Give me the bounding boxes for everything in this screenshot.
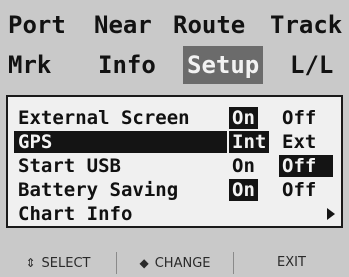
exit-softkey[interactable]: EXIT	[234, 250, 349, 276]
tab-near[interactable]: Near	[94, 6, 152, 44]
tab-ll[interactable]: L/L	[290, 46, 333, 84]
tab-route[interactable]: Route	[173, 6, 245, 44]
tab-port[interactable]: Port	[8, 6, 66, 44]
setting-row-chart-info[interactable]: Chart Info	[8, 202, 341, 226]
tab-setup[interactable]: Setup	[183, 46, 264, 84]
option-on[interactable]: On	[229, 107, 258, 129]
softkey-bar: ⇕ SELECT ◆ CHANGE EXIT	[0, 250, 349, 276]
setting-label: Start USB	[18, 155, 121, 177]
select-label: SELECT	[41, 256, 91, 271]
setting-label: External Screen	[18, 107, 190, 129]
option-off[interactable]: Off	[279, 155, 333, 177]
submenu-arrow-icon	[327, 208, 335, 220]
tab-track[interactable]: Track	[270, 6, 342, 44]
option-on[interactable]: On	[229, 179, 258, 201]
option-off[interactable]: Off	[279, 107, 319, 129]
bottom-tab-bar: Mrk Info Setup L/L	[0, 46, 349, 84]
option-on[interactable]: On	[229, 155, 258, 177]
updown-arrow-icon: ⇕	[25, 256, 36, 270]
option-int[interactable]: Int	[229, 131, 270, 153]
change-label: CHANGE	[154, 256, 211, 271]
option-off[interactable]: Off	[279, 179, 319, 201]
select-softkey[interactable]: ⇕ SELECT	[0, 250, 116, 276]
tab-mrk[interactable]: Mrk	[8, 46, 51, 84]
setting-label: Chart Info	[18, 203, 133, 225]
setting-row-external-screen[interactable]: External Screen On Off	[8, 106, 341, 130]
setting-label: GPS	[18, 131, 53, 153]
option-ext[interactable]: Ext	[279, 131, 319, 153]
setting-row-start-usb[interactable]: Start USB On Off	[8, 154, 341, 178]
setting-label: Battery Saving	[18, 179, 179, 201]
exit-label: EXIT	[277, 255, 306, 270]
setup-panel: External Screen On Off GPS Int Ext Start…	[6, 95, 343, 228]
tab-info[interactable]: Info	[98, 46, 156, 84]
top-tab-bar: Port Near Route Track	[0, 6, 349, 44]
leftright-arrow-icon: ◆	[139, 256, 149, 270]
setting-row-gps[interactable]: GPS Int Ext	[8, 130, 341, 154]
change-softkey[interactable]: ◆ CHANGE	[117, 250, 233, 276]
setting-row-battery-saving[interactable]: Battery Saving On Off	[8, 178, 341, 202]
